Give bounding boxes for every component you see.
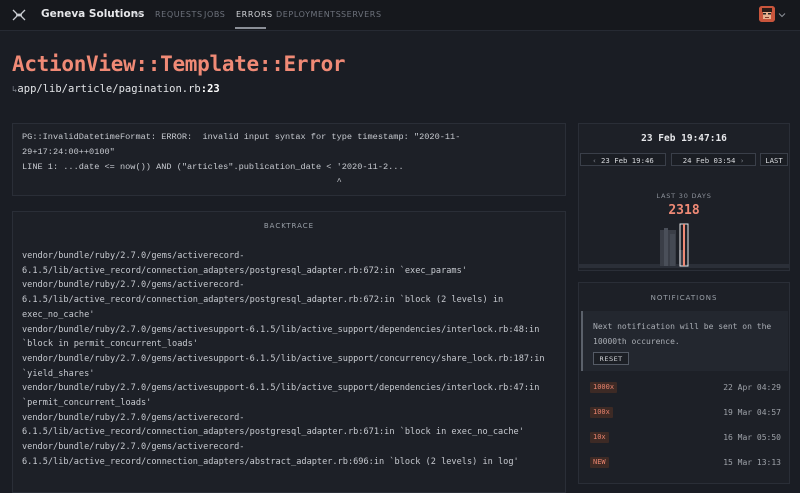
stats-count: 2318 <box>668 203 700 218</box>
nav-servers[interactable]: SERVERS <box>341 10 382 19</box>
active-tab-indicator <box>235 27 266 29</box>
user-avatar-icon <box>759 6 775 22</box>
notifications-panel: NOTIFICATIONS Next notification will be … <box>578 282 790 484</box>
occurrence-stats-panel: LAST 30 DAYS 2318 <box>578 180 790 271</box>
error-line-number: :23 <box>200 83 220 95</box>
chevron-down-icon[interactable] <box>778 11 786 19</box>
chevron-right-icon: › <box>735 156 745 165</box>
top-bar: Geneva Solutions REQUESTS JOBS ERRORS DE… <box>0 0 800 31</box>
notification-date: 19 Mar 04:57 <box>723 408 781 417</box>
sparkline-bar <box>664 228 668 266</box>
notification-row[interactable]: 1000x 22 Apr 04:29 <box>579 378 789 398</box>
notification-badge: 10x <box>590 432 609 443</box>
previous-occurrence-label: 23 Feb 19:46 <box>601 156 654 165</box>
error-message-panel: PG::InvalidDatetimeFormat: ERROR: invali… <box>12 123 566 196</box>
notification-date: 22 Apr 04:29 <box>723 383 781 392</box>
nav-deployments[interactable]: DEPLOYMENTS <box>276 10 341 19</box>
nav-errors[interactable]: ERRORS <box>236 10 273 19</box>
occurrence-sparkline[interactable] <box>579 220 789 268</box>
backtrace-list: vendor/bundle/ruby/2.7.0/gems/activereco… <box>22 249 558 470</box>
notification-badge: NEW <box>590 457 609 468</box>
backtrace-line: vendor/bundle/ruby/2.7.0/gems/activereco… <box>22 412 524 438</box>
nav-jobs[interactable]: JOBS <box>204 10 225 19</box>
notification-message: Next notification will be sent on the 10… <box>593 322 772 346</box>
backtrace-line: vendor/bundle/ruby/2.7.0/gems/activesupp… <box>22 353 550 379</box>
sparkline-marker <box>683 224 685 266</box>
chevron-down-icon[interactable] <box>133 10 141 18</box>
page-title: ActionView::Template::Error <box>12 52 346 76</box>
occurrence-timestamp: 23 Feb 19:47:16 <box>641 133 727 144</box>
app-logo-icon[interactable] <box>11 7 27 23</box>
notification-badge: 1000x <box>590 382 618 393</box>
backtrace-line: vendor/bundle/ruby/2.7.0/gems/activereco… <box>22 280 509 320</box>
notification-row[interactable]: NEW 15 Mar 13:13 <box>579 453 789 473</box>
backtrace-line: vendor/bundle/ruby/2.7.0/gems/activesupp… <box>22 383 545 409</box>
notification-date: 15 Mar 13:13 <box>723 458 781 467</box>
notification-badge: 100x <box>590 407 613 418</box>
avatar[interactable] <box>759 6 775 22</box>
stats-period-label: LAST 30 DAYS <box>656 192 712 200</box>
backtrace-line: vendor/bundle/ruby/2.7.0/gems/activereco… <box>22 251 467 276</box>
last-occurrence-button[interactable]: LAST <box>760 153 788 166</box>
next-occurrence-label: 24 Feb 03:54 <box>682 156 736 165</box>
chevron-left-icon: ‹ <box>592 156 602 165</box>
notification-row[interactable]: 10x 16 Mar 05:50 <box>579 428 789 448</box>
sparkline-bar <box>670 234 675 266</box>
notification-callout: Next notification will be sent on the 10… <box>581 311 788 371</box>
backtrace-line: vendor/bundle/ruby/2.7.0/gems/activereco… <box>22 442 519 467</box>
notification-row[interactable]: 100x 19 Mar 04:57 <box>579 403 789 423</box>
backtrace-panel: BACKTRACE vendor/bundle/ruby/2.7.0/gems/… <box>12 211 566 493</box>
error-location: ↳app/lib/article/pagination.rb:23 <box>12 83 220 95</box>
notifications-heading: NOTIFICATIONS <box>650 294 718 302</box>
organization-name[interactable]: Geneva Solutions <box>41 8 144 20</box>
error-file-path: app/lib/article/pagination.rb <box>17 83 201 95</box>
error-message: PG::InvalidDatetimeFormat: ERROR: invali… <box>22 132 461 187</box>
previous-occurrence-button[interactable]: ‹ 23 Feb 19:46 <box>580 153 666 166</box>
backtrace-line: vendor/bundle/ruby/2.7.0/gems/activesupp… <box>22 324 545 350</box>
backtrace-heading: BACKTRACE <box>263 222 315 230</box>
nav-requests[interactable]: REQUESTS <box>155 10 203 19</box>
next-occurrence-button[interactable]: 24 Feb 03:54 › <box>671 153 756 166</box>
notification-date: 16 Mar 05:50 <box>723 433 781 442</box>
reset-button[interactable]: RESET <box>593 352 629 365</box>
